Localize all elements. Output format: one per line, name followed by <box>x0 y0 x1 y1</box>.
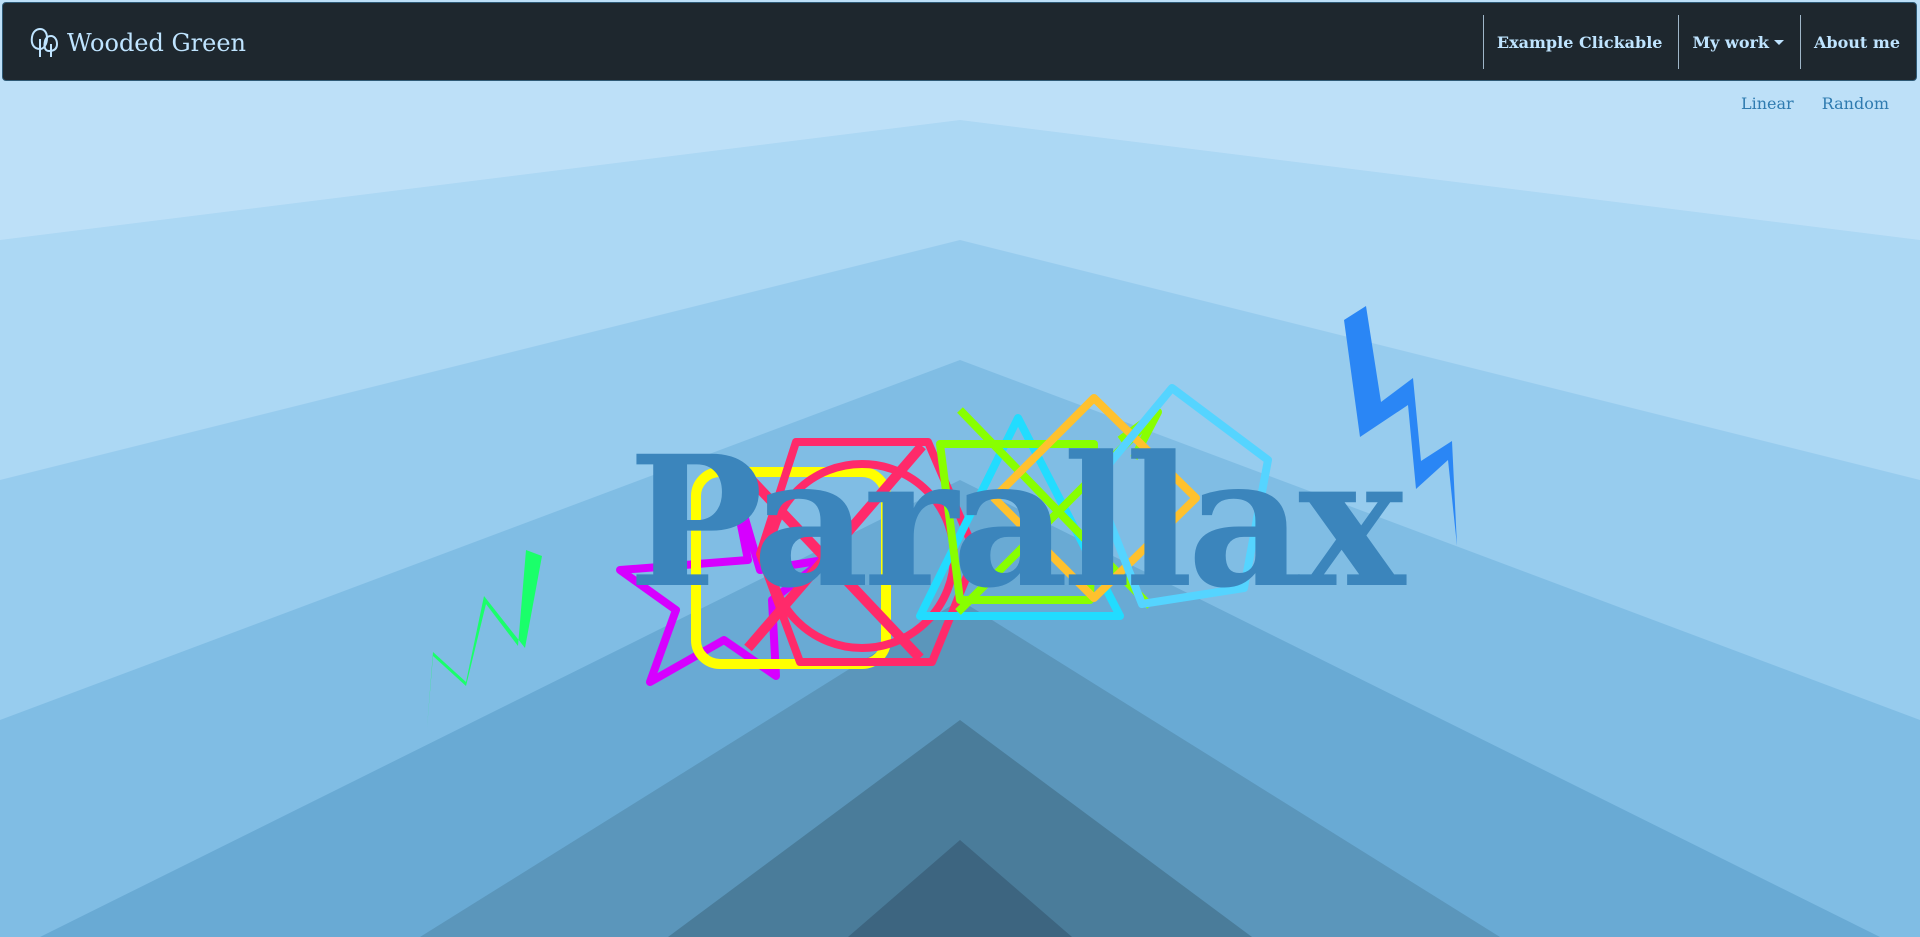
random-link[interactable]: Random <box>1822 94 1889 113</box>
brand-link[interactable]: Wooded Green <box>29 27 246 59</box>
subnav: Linear Random <box>1741 94 1889 113</box>
linear-link[interactable]: Linear <box>1741 94 1794 113</box>
brand-name: Wooded Green <box>67 29 247 57</box>
trees-icon <box>30 27 59 57</box>
nav-about-me[interactable]: About me <box>1800 15 1916 69</box>
nav-my-work-dropdown[interactable]: My work <box>1678 15 1800 69</box>
hero-title: Parallax <box>628 417 1405 628</box>
nav-example-clickable[interactable]: Example Clickable <box>1482 15 1679 69</box>
nav-links: Example Clickable My work About me <box>1482 15 1916 69</box>
nav-example-clickable-label: Example Clickable <box>1496 32 1663 52</box>
top-navbar: Wooded Green Example Clickable My work A… <box>2 2 1917 81</box>
nav-my-work-label: My work <box>1692 32 1770 52</box>
chevron-down-icon <box>1774 39 1785 45</box>
nav-about-me-label: About me <box>1814 32 1900 52</box>
